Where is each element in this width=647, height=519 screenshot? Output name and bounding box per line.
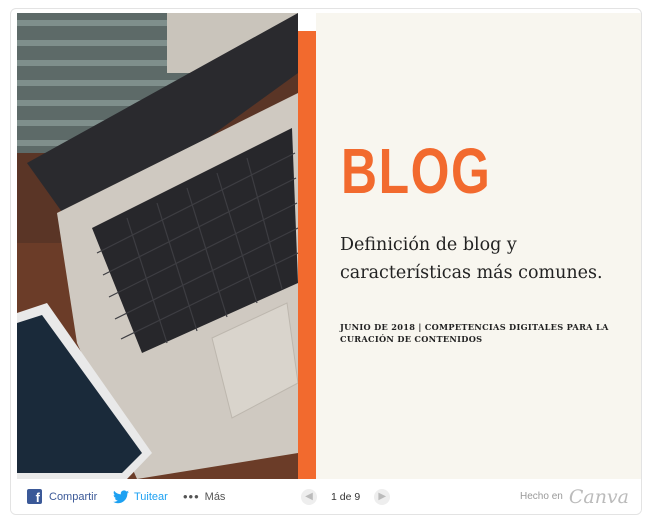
- more-label: Más: [204, 490, 226, 503]
- accent-bar: [298, 31, 316, 479]
- made-in-label: Hecho en: [520, 491, 563, 502]
- facebook-icon: f: [27, 489, 42, 504]
- tweet-label: Tuitear: [134, 490, 168, 503]
- prev-page-button[interactable]: ◀: [301, 488, 317, 505]
- more-dots-icon: •••: [183, 489, 200, 504]
- more-button[interactable]: ••• Más: [183, 489, 225, 504]
- share-button[interactable]: f Compartir: [27, 489, 97, 504]
- made-in-canva[interactable]: Hecho en Canva: [520, 486, 629, 508]
- chevron-right-icon: ▶: [378, 491, 387, 502]
- slide-title: BLOG: [341, 135, 492, 207]
- slide-subtitle: Definición de blog y características más…: [340, 235, 603, 283]
- twitter-icon: [113, 489, 129, 503]
- page-counter: 1 de 9: [331, 490, 361, 503]
- laptop-photo: [17, 13, 298, 479]
- pager: ◀ 1 de 9 ▶: [301, 488, 391, 505]
- next-page-button[interactable]: ▶: [374, 488, 391, 505]
- share-label: Compartir: [49, 490, 98, 503]
- embed-toolbar: f Compartir Tuitear ••• Más ◀ 1 de 9 ▶ H…: [11, 479, 641, 514]
- tweet-button[interactable]: Tuitear: [113, 489, 168, 504]
- chevron-left-icon: ◀: [305, 491, 313, 502]
- canva-logo: Canva: [568, 485, 629, 508]
- slide-meta: JUNIO DE 2018 | COMPETENCIAS DIGITALES P…: [340, 322, 609, 344]
- embed-frame: BLOG Definición de blog y característica…: [10, 8, 642, 515]
